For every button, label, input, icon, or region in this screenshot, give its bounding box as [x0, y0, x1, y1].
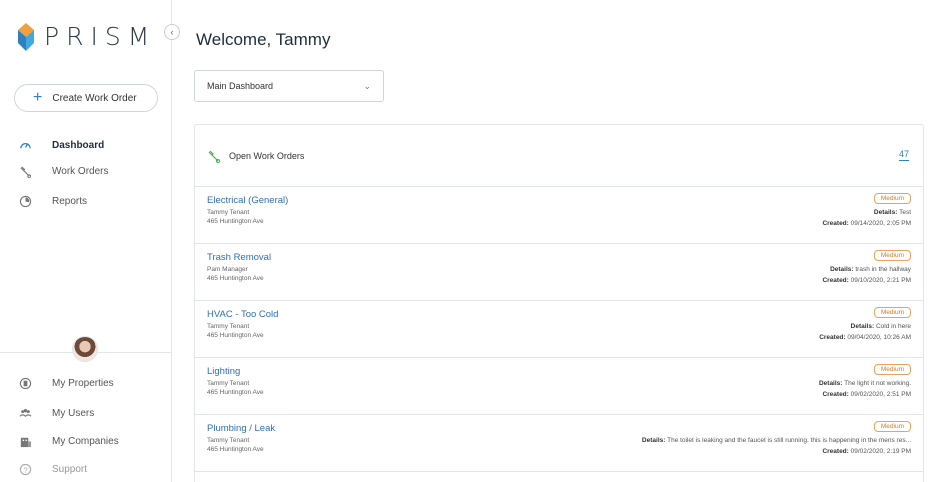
details-label: Details: — [818, 380, 843, 387]
page-title: Welcome, Tammy — [196, 30, 331, 49]
details-text: Cold in here — [875, 323, 911, 330]
work-order-row[interactable]: Plumbing / Leak Tammy Tenant 465 Hunting… — [195, 415, 923, 472]
created-text: 09/14/2020, 2:05 PM — [850, 220, 911, 227]
wrench-icon — [18, 164, 32, 178]
created-label: Created: — [819, 334, 846, 341]
sidebar-label-work-orders: Work Orders — [52, 165, 109, 177]
work-order-address: 465 Huntington Ave — [207, 446, 264, 453]
sidebar-label-my-companies: My Companies — [52, 435, 119, 447]
created-label: Created: — [822, 448, 849, 455]
create-work-order-button[interactable]: + Create Work Order — [14, 84, 158, 112]
open-work-orders-header: Open Work Orders 47 — [195, 125, 923, 187]
created-text: 09/10/2020, 2:21 PM — [850, 277, 911, 284]
open-work-orders-title: Open Work Orders — [229, 150, 305, 161]
open-work-orders-card: Open Work Orders 47 Electrical (General)… — [194, 124, 924, 482]
sidebar: PRISM + Create Work Order Dashboard Work… — [0, 0, 172, 482]
work-order-details: Details: The toilet is leaking and the f… — [642, 437, 911, 444]
work-order-details: Details: The light it not working. — [819, 380, 911, 387]
sidebar-item-support[interactable]: ? Support — [18, 460, 87, 478]
sidebar-item-my-companies[interactable]: My Companies — [18, 432, 119, 450]
work-order-address: 465 Huntington Ave — [207, 389, 264, 396]
work-order-created: Created: 09/02/2020, 2:51 PM — [822, 391, 911, 398]
details-label: Details: — [641, 437, 666, 444]
sidebar-label-dashboard: Dashboard — [52, 139, 105, 151]
work-order-created: Created: 09/14/2020, 2:05 PM — [822, 220, 911, 227]
avatar[interactable] — [72, 336, 98, 362]
priority-badge: Medium — [873, 307, 911, 318]
sidebar-item-my-properties[interactable]: My Properties — [18, 374, 114, 392]
report-icon — [18, 194, 32, 208]
work-order-person: Tammy Tenant — [207, 209, 250, 216]
work-order-details: Details: trash in the hallway — [830, 266, 911, 273]
work-order-row[interactable]: Electrical (General) Tammy Tenant 465 Hu… — [195, 187, 923, 244]
work-order-title[interactable]: Electrical (General) — [207, 195, 911, 206]
dashboard-select-value: Main Dashboard — [207, 81, 274, 91]
created-text: 09/02/2020, 2:19 PM — [850, 448, 911, 455]
collapse-sidebar-button[interactable]: ‹ — [164, 24, 180, 40]
priority-badge: Medium — [873, 193, 911, 204]
sidebar-label-support: Support — [52, 463, 88, 475]
company-icon — [18, 434, 32, 448]
created-label: Created: — [822, 277, 849, 284]
priority-badge: Medium — [873, 250, 911, 261]
gauge-icon — [18, 138, 32, 152]
sidebar-item-work-orders[interactable]: Work Orders — [18, 162, 109, 180]
sidebar-label-my-users: My Users — [52, 407, 95, 419]
prism-logo-icon — [18, 22, 34, 51]
created-label: Created: — [822, 220, 849, 227]
details-text: trash in the hallway — [855, 266, 911, 273]
work-order-row[interactable]: Lighting Tammy Tenant 465 Huntington Ave… — [195, 358, 923, 415]
users-icon — [18, 406, 32, 420]
building-icon — [18, 376, 32, 390]
work-order-person: Tammy Tenant — [207, 323, 250, 330]
open-work-orders-count-link[interactable]: 47 — [898, 149, 909, 161]
work-order-title[interactable]: Lighting — [207, 366, 911, 377]
wrench-icon — [208, 150, 220, 163]
created-text: 09/04/2020, 10:26 AM — [847, 334, 911, 341]
work-order-person: Pam Manager — [207, 266, 248, 273]
dashboard-select[interactable]: Main Dashboard ⌄ — [194, 70, 384, 102]
created-text: 09/02/2020, 2:51 PM — [850, 391, 911, 398]
work-order-title[interactable]: Plumbing / Leak — [207, 423, 911, 434]
sidebar-label-my-properties: My Properties — [52, 377, 114, 389]
sidebar-item-reports[interactable]: Reports — [18, 192, 87, 210]
details-label: Details: — [873, 209, 898, 216]
details-label: Details: — [850, 323, 875, 330]
help-icon: ? — [18, 462, 32, 476]
priority-badge: Medium — [873, 364, 911, 375]
chevron-left-icon: ‹ — [170, 27, 174, 37]
work-order-address: 465 Huntington Ave — [207, 218, 264, 225]
work-order-created: Created: 09/04/2020, 10:26 AM — [819, 334, 911, 341]
sidebar-label-reports: Reports — [52, 195, 88, 207]
work-order-title[interactable]: HVAC - Too Cold — [207, 309, 911, 320]
details-label: Details: — [830, 266, 854, 273]
work-order-row[interactable]: Trash Removal Pam Manager 465 Huntington… — [195, 244, 923, 301]
details-text: The toilet is leaking and the faucet is … — [667, 437, 911, 444]
details-text: The light it not working. — [844, 380, 911, 387]
work-order-person: Tammy Tenant — [207, 380, 250, 387]
sidebar-item-my-users[interactable]: My Users — [18, 404, 94, 422]
created-label: Created: — [822, 391, 849, 398]
work-order-list: Electrical (General) Tammy Tenant 465 Hu… — [195, 187, 923, 472]
create-work-order-label: Create Work Order — [52, 92, 137, 104]
priority-badge: Medium — [873, 421, 911, 432]
work-order-created: Created: 09/02/2020, 2:19 PM — [822, 448, 911, 455]
work-order-address: 465 Huntington Ave — [207, 275, 264, 282]
work-order-row[interactable]: HVAC - Too Cold Tammy Tenant 465 Hunting… — [195, 301, 923, 358]
details-text: Test — [899, 209, 911, 216]
work-order-created: Created: 09/10/2020, 2:21 PM — [822, 277, 911, 284]
plus-icon: + — [33, 89, 43, 106]
prism-logo[interactable]: PRISM — [18, 22, 156, 51]
work-order-details: Details: Test — [874, 209, 911, 216]
work-order-details: Details: Cold in here — [851, 323, 911, 330]
chevron-down-icon: ⌄ — [363, 80, 371, 91]
work-order-address: 465 Huntington Ave — [207, 332, 264, 339]
sidebar-item-dashboard[interactable]: Dashboard — [18, 136, 104, 154]
work-order-title[interactable]: Trash Removal — [207, 252, 911, 263]
brand-name: PRISM — [44, 22, 157, 51]
svg-text:?: ? — [23, 465, 27, 474]
